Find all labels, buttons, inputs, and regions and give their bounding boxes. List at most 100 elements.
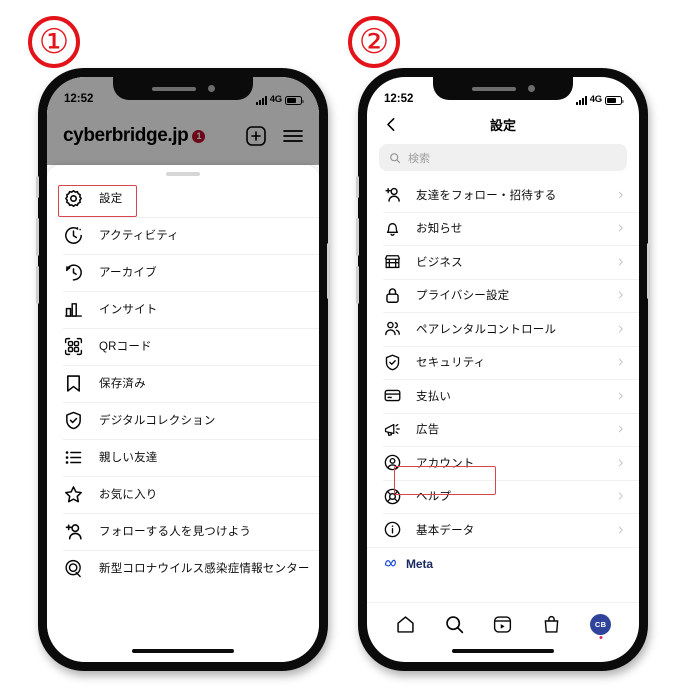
page-title-2: 設定 [489,117,516,133]
settings-item-2[interactable]: お知らせ [367,211,639,246]
menu-item-1[interactable]: 設定 [47,180,319,217]
menu-item-label: アーカイブ [99,267,157,279]
network-label: 4G [269,94,282,105]
settings-item-label: 友達をフォロー・招待する [416,189,557,202]
settings-item-label: 支払い [416,390,452,403]
chevron-right-icon [616,523,625,537]
menu-item-label: 親しい友達 [99,452,158,464]
menu-item-5[interactable]: QRコード [47,327,319,365]
menu-item-8[interactable]: 親しい友達 [47,438,319,476]
settings-item-7[interactable]: 支払い [367,379,639,413]
shield-check-icon [63,410,84,431]
volume-down-button [36,266,39,304]
signal-bars-icon [255,96,267,105]
chevron-right-icon [616,255,625,269]
status-time: 12:52 [64,93,94,105]
menu-item-2[interactable]: アクティビティ [47,216,319,254]
app-bar-1: cyberbridge.jp 1 [47,107,319,165]
battery-icon [285,96,304,105]
settings-item-label: 基本データ [416,524,475,537]
chevron-right-icon [616,456,625,470]
menu-item-10[interactable]: フォローする人を見つけよう [47,512,319,550]
people-icon [383,319,402,338]
meta-infinity-icon [384,558,401,569]
account-circle-icon [383,453,402,472]
settings-item-5[interactable]: ペアレンタルコントロール [367,312,639,346]
menu-item-label: QRコード [99,341,152,353]
chevron-right-icon [616,389,625,403]
qr-code-icon [63,336,84,357]
menu-list: 設定 アクティビティアーカイブインサイト QRコード保存済みデジタルコレクション 親し… [47,180,319,587]
phone-1-screen: 12:52 4G cyberbridge.jp 1 設定 アクティビティ アーカ… [47,77,319,662]
settings-item-label: ペアレンタルコントロール [416,323,557,336]
front-camera [207,85,215,92]
menu-item-6[interactable]: 保存済み [47,364,319,402]
plus-box-icon[interactable] [244,124,268,148]
menu-item-3[interactable]: アーカイブ [47,253,319,291]
settings-item-9[interactable]: アカウント [367,446,639,480]
bell-icon [383,219,402,238]
insights-bar-chart-icon [63,299,84,320]
status-badge: 1 [192,130,206,143]
hamburger-menu-icon[interactable] [281,124,305,148]
search-placeholder: 検索 [408,152,430,165]
avatar[interactable]: CB [590,614,612,639]
menu-item-7[interactable]: デジタルコレクション [47,401,319,439]
settings-item-label: ビジネス [416,256,463,269]
chevron-right-icon [616,422,625,436]
shield-check-icon [383,353,402,372]
search-icon-tab[interactable] [444,614,465,635]
sheet-grabber[interactable] [166,172,200,176]
page-title: cyberbridge.jp 1 [63,125,206,147]
chevron-right-icon [616,188,625,202]
step-number-1: ① [38,22,70,62]
home-icon[interactable] [395,614,416,635]
activity-clock-icon [63,225,84,246]
shopping-bag-icon[interactable] [541,614,562,635]
menu-item-9[interactable]: お気に入り [47,475,319,513]
meta-branding: Meta [367,546,639,578]
nav-bar-2: 設定 [367,107,639,141]
power-button [327,243,330,299]
step-badge-1: ① [28,16,80,68]
menu-item-label: 保存済み [99,378,146,390]
credit-card-icon [383,386,402,405]
menu-item-label: フォローする人を見つけよう [99,526,252,538]
settings-item-8[interactable]: 広告 [367,412,639,447]
volume-down-button-2 [356,266,359,304]
mute-switch-2 [356,176,359,198]
search-container: 検索 [367,141,639,178]
menu-item-4[interactable]: インサイト [47,290,319,328]
menu-item-11[interactable]: 新型コロナウイルス感染症情報センター [47,549,319,587]
settings-item-1[interactable]: 友達をフォロー・招待する [367,178,639,212]
settings-item-3[interactable]: ビジネス [367,245,639,279]
phone-2-screen: 12:52 4G 設定 検索 友達をフォロー・招待する お知らせ ビジネス プラ… [367,77,639,662]
close-friends-list-icon [63,447,84,468]
settings-item-4[interactable]: プライバシー設定 [367,278,639,313]
settings-list: 友達をフォロー・招待するお知らせビジネスプライバシー設定ペアレンタルコントロール… [367,178,639,547]
step-badge-2: ② [348,16,400,68]
signal-bars-icon-2 [575,96,587,105]
settings-item-6[interactable]: セキュリティ [367,345,639,380]
menu-item-label: 新型コロナウイルス感染症情報センター [99,563,310,575]
search-icon [389,152,401,164]
menu-item-label: デジタルコレクション [99,415,216,427]
front-camera-2 [527,85,535,92]
bottom-tab-bar: CB [367,602,639,646]
search-input[interactable]: 検索 [379,144,627,171]
settings-item-10[interactable]: ヘルプ [367,479,639,514]
star-icon [63,484,84,505]
chevron-right-icon [616,355,625,369]
settings-item-11[interactable]: 基本データ [367,513,639,547]
meta-label: Meta [406,556,433,571]
battery-icon-2 [605,96,624,105]
phone-mockup-2: 12:52 4G 設定 検索 友達をフォロー・招待する お知らせ ビジネス プラ… [356,68,650,671]
home-indicator [132,648,234,653]
status-time-2: 12:52 [384,93,414,105]
reels-play-icon[interactable] [492,614,513,635]
chevron-right-icon [616,489,625,503]
chevron-right-icon [616,322,625,336]
network-label-2: 4G [589,94,602,105]
add-person-icon [383,185,402,204]
phone-mockup-1: 12:52 4G cyberbridge.jp 1 設定 アクティビティ アーカ… [36,68,330,671]
